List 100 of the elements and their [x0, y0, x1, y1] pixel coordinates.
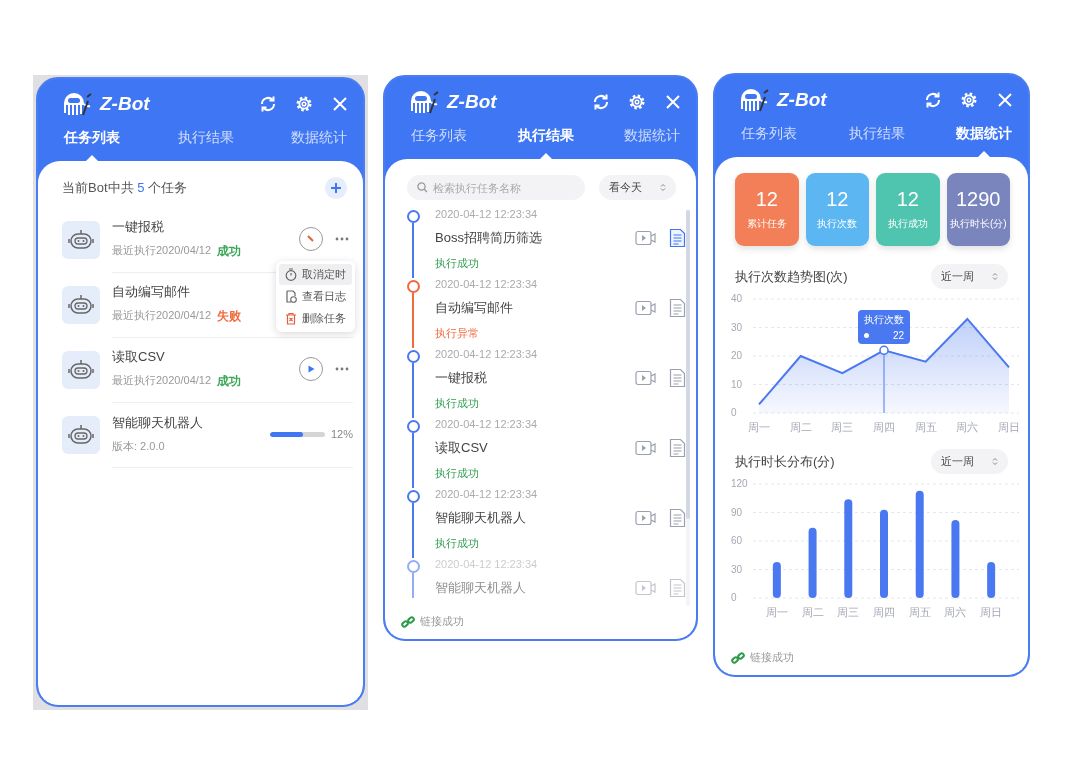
tab[interactable]: 执行结果: [175, 125, 236, 161]
log-button[interactable]: [669, 368, 686, 388]
video-button[interactable]: [635, 370, 657, 386]
play-icon: [306, 364, 316, 374]
run-time: 2020-04-12 12:23:34: [435, 208, 539, 220]
run-time: 2020-04-12 12:23:34: [435, 278, 539, 290]
stat-value: 12: [755, 188, 778, 211]
tooltip-title: 执行次数: [864, 313, 904, 328]
run-status: 执行成功: [435, 536, 480, 551]
menu-item[interactable]: 查看日志: [279, 286, 352, 307]
progress-reading: 12%: [330, 428, 353, 440]
tab[interactable]: 数据统计: [289, 125, 349, 161]
video-button[interactable]: [635, 300, 657, 316]
settings-button[interactable]: [628, 93, 646, 111]
bar: [987, 561, 996, 598]
axis-label: 周日: [980, 606, 1003, 618]
chart-title: 执行次数趋势图(次): [735, 267, 848, 286]
task-name: 自动编写邮件: [435, 299, 514, 317]
axis-label: 周六: [944, 606, 967, 618]
run-time: 2020-04-12 12:23:34: [435, 488, 539, 500]
settings-button[interactable]: [295, 95, 313, 113]
run-time: 2020-04-12 12:23:34: [435, 348, 539, 360]
tooltip-value: 22: [892, 330, 904, 342]
link-icon: [401, 614, 415, 629]
log-button[interactable]: [669, 298, 686, 318]
run-time: 2020-04-12 12:23:34: [435, 418, 539, 430]
tab[interactable]: 任务列表: [409, 123, 469, 159]
task-meta: 最近执行2020/04/12: [112, 308, 212, 323]
sort-caret-icon: [660, 183, 666, 192]
robot-icon: [62, 350, 100, 389]
axis-label: 周六: [956, 421, 979, 433]
bar: [808, 527, 817, 598]
plus-icon: [330, 182, 342, 194]
stat-label: 执行时长(分): [949, 217, 1007, 231]
axis-label: 0: [731, 592, 737, 603]
axis-label: 周一: [765, 606, 788, 618]
stat-value: 12: [826, 188, 849, 211]
axis-label: 10: [731, 378, 743, 390]
axis-label: 20: [731, 350, 743, 361]
axis-label: 120: [731, 478, 748, 489]
tab[interactable]: 任务列表: [62, 125, 122, 161]
run-status: 执行异常: [435, 326, 480, 341]
sort-caret-icon: [992, 272, 998, 281]
range-dropdown[interactable]: 近一周: [931, 449, 1008, 474]
task-status: 失败: [217, 308, 242, 325]
task-status: 成功: [217, 243, 242, 260]
menu-item[interactable]: 删除任务: [279, 308, 352, 329]
range-dropdown[interactable]: 近一周: [931, 264, 1008, 289]
chart-title: 执行时长分布(分): [735, 452, 835, 471]
tab[interactable]: 数据统计: [954, 121, 1014, 157]
stat-value: 1290: [956, 188, 1001, 211]
robot-icon: [62, 415, 100, 454]
axis-label: 周一: [748, 421, 770, 433]
log-button[interactable]: [669, 228, 686, 248]
connection-status: 链接成功: [750, 650, 794, 665]
connection-status: 链接成功: [420, 614, 464, 629]
close-button[interactable]: [331, 95, 349, 113]
axis-label: 60: [731, 535, 743, 546]
tab[interactable]: 执行结果: [515, 123, 576, 159]
axis-label: 周四: [873, 421, 895, 433]
video-button[interactable]: [635, 510, 657, 526]
scrollbar[interactable]: [686, 210, 690, 606]
timer-button[interactable]: [299, 227, 323, 251]
tab[interactable]: 数据统计: [622, 123, 682, 159]
axis-label: 周二: [801, 606, 824, 618]
task-name: 自动编写邮件: [112, 283, 190, 301]
stat-label: 执行次数: [817, 217, 858, 231]
add-button[interactable]: [325, 177, 347, 199]
app-name: Z-Bot: [777, 89, 827, 111]
robot-icon: [62, 285, 100, 324]
task-meta: 最近执行2020/04/12: [112, 243, 212, 258]
close-button[interactable]: [996, 91, 1014, 109]
log-button[interactable]: [669, 508, 686, 528]
axis-label: 周五: [908, 606, 931, 618]
stat-label: 累计任务: [746, 217, 787, 231]
settings-button[interactable]: [960, 91, 978, 109]
refresh-button[interactable]: [592, 93, 610, 111]
menu-item[interactable]: 取消定时: [279, 264, 352, 285]
tab[interactable]: 任务列表: [739, 121, 799, 157]
task-name: 一键报税: [112, 218, 164, 236]
app-name: Z-Bot: [447, 91, 497, 113]
task-meta: 最近执行2020/04/12: [112, 373, 212, 388]
axis-label: 90: [731, 506, 743, 518]
axis-label: 40: [731, 293, 743, 304]
refresh-button[interactable]: [924, 91, 942, 109]
date-filter-dropdown[interactable]: 看今天: [599, 175, 676, 200]
search-field[interactable]: 检索执行任务名称: [407, 175, 585, 200]
axis-label: 0: [731, 407, 737, 418]
timeline-dot: [406, 560, 420, 573]
close-button[interactable]: [664, 93, 682, 111]
video-button[interactable]: [635, 230, 657, 246]
log-button[interactable]: [669, 438, 686, 458]
video-button[interactable]: [635, 440, 657, 456]
refresh-button[interactable]: [259, 95, 277, 113]
trash-icon: [285, 312, 297, 325]
axis-label: 周日: [998, 421, 1019, 433]
bar: [772, 561, 781, 598]
tab[interactable]: 执行结果: [846, 121, 907, 157]
task-name: 智能聊天机器人: [112, 414, 203, 432]
play-button[interactable]: [299, 357, 323, 381]
